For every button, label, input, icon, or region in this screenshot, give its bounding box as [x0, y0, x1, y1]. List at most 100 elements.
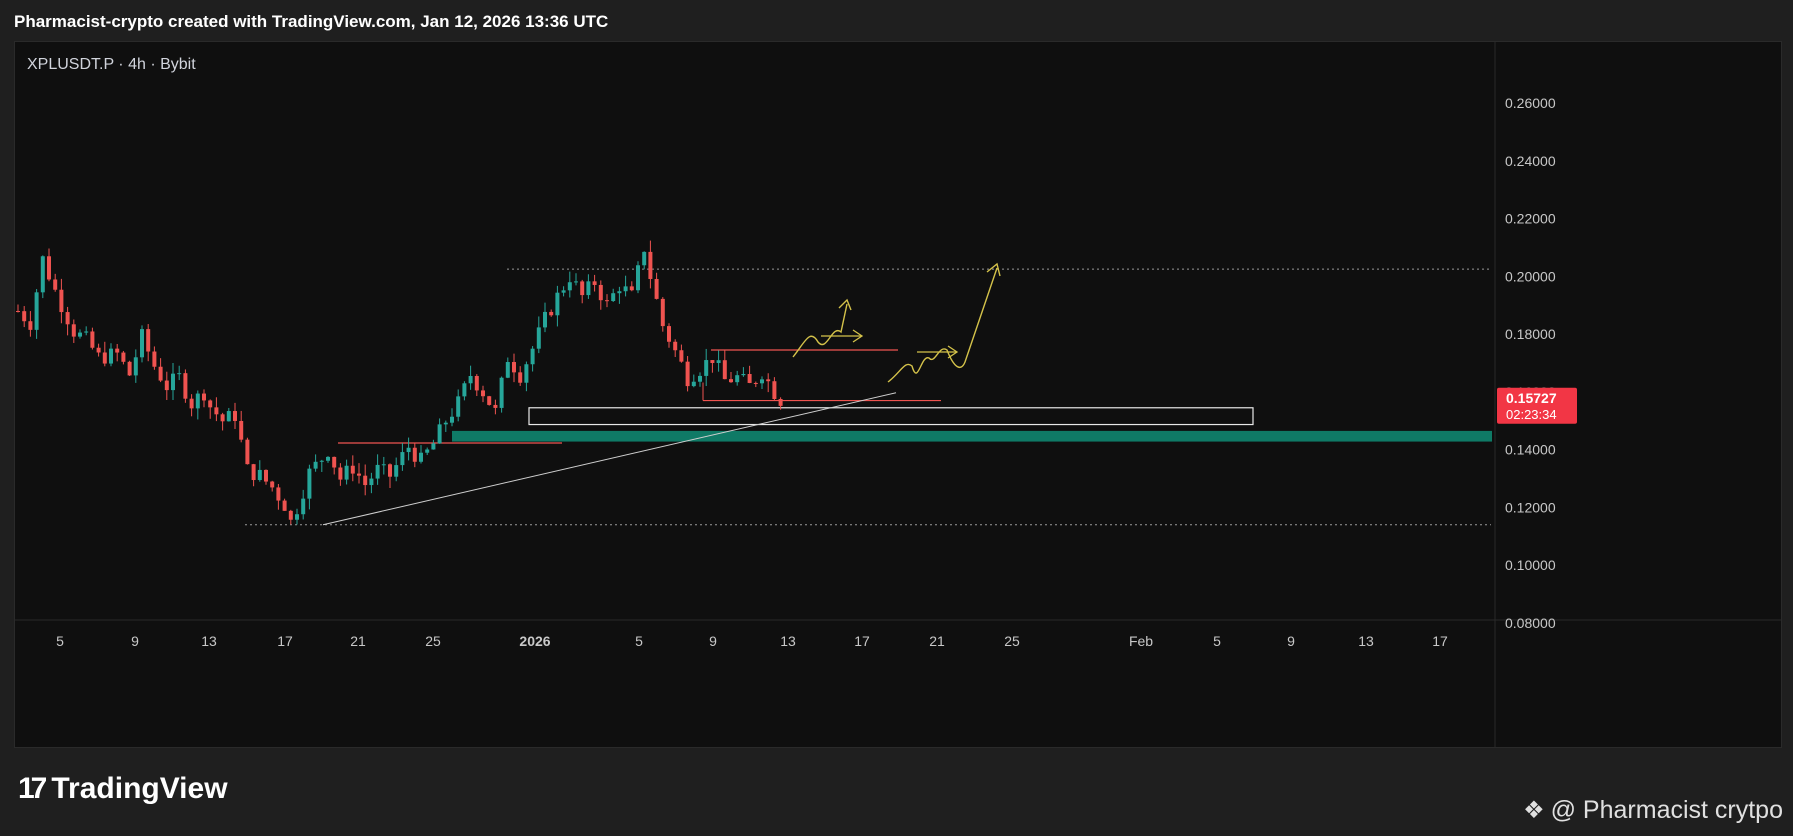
candle-body: [90, 331, 95, 348]
x-tick-label: 25: [1004, 633, 1020, 649]
candle-body: [239, 420, 244, 440]
candle-body: [772, 381, 777, 400]
candle-body: [549, 311, 554, 316]
chart-area[interactable]: 0.260000.240000.220000.200000.180000.160…: [14, 41, 1782, 748]
candle-body: [208, 400, 213, 408]
candle-body: [282, 500, 287, 511]
y-axis: 0.260000.240000.220000.200000.180000.160…: [1505, 95, 1556, 631]
candle-body: [59, 289, 64, 313]
candle-body: [233, 411, 237, 421]
candle-body: [425, 449, 430, 453]
candle-body: [295, 514, 299, 520]
candle-body: [245, 439, 250, 465]
candle-body: [301, 498, 306, 515]
tradingview-logo[interactable]: 17 TradingView: [18, 772, 228, 806]
candle-body: [350, 465, 355, 474]
candle-body: [375, 464, 380, 479]
candle-body: [319, 460, 324, 462]
x-tick-label: 5: [56, 633, 64, 649]
candle-body: [65, 312, 70, 325]
x-tick-label: 9: [1287, 633, 1295, 649]
candle-body: [369, 478, 374, 486]
candle-body: [747, 373, 752, 383]
projection-path-1: [792, 303, 848, 358]
candle-body: [487, 396, 492, 405]
candle-body: [753, 382, 758, 384]
projection-path-2: [887, 267, 998, 383]
candle-body: [611, 293, 616, 302]
x-tick-label: 2026: [519, 633, 550, 649]
x-tick-label: 17: [854, 633, 870, 649]
x-tick-label: 13: [201, 633, 217, 649]
candle-body: [505, 362, 510, 378]
candle-body: [22, 311, 27, 322]
x-tick-label: 17: [1432, 633, 1448, 649]
x-tick-label: Feb: [1129, 633, 1153, 649]
candle-body: [332, 456, 337, 468]
last-price-tag: 0.1572702:23:34: [1497, 387, 1577, 424]
x-tick-label: 5: [1213, 633, 1221, 649]
candle-body: [778, 399, 783, 406]
candle-body: [102, 352, 107, 364]
candle-body: [388, 464, 392, 477]
candle-body: [34, 292, 39, 330]
symbol-label[interactable]: XPLUSDT.P · 4h · Bybit: [27, 56, 196, 74]
candle-body: [257, 469, 262, 481]
candle-body: [251, 464, 256, 481]
candle-body: [96, 347, 101, 353]
y-tick-label: 0.12000: [1505, 499, 1556, 515]
candle-body: [623, 286, 628, 292]
candle-body: [264, 469, 268, 482]
candle-body: [481, 390, 485, 397]
price-chart[interactable]: 0.260000.240000.220000.200000.180000.160…: [15, 42, 1781, 747]
y-tick-label: 0.22000: [1505, 211, 1556, 227]
candle-body: [394, 465, 399, 477]
candle-body: [654, 278, 659, 299]
candle-body: [698, 375, 702, 382]
candle-body: [629, 286, 634, 291]
candle-body: [326, 456, 330, 461]
candle-body: [307, 468, 312, 499]
candle-body: [183, 373, 188, 399]
candle-body: [419, 452, 423, 462]
candle-body: [512, 362, 516, 373]
candle-body: [673, 341, 678, 351]
candle-body: [152, 351, 157, 367]
binance-diamond-icon: ❖: [1523, 797, 1545, 824]
candle-body: [140, 329, 144, 358]
projection-arrowhead-3: [986, 262, 1001, 277]
candle-body: [499, 377, 504, 408]
candle-body: [214, 407, 219, 415]
candle-body: [357, 473, 361, 476]
y-tick-label: 0.10000: [1505, 557, 1556, 573]
candle-body: [598, 284, 603, 301]
support-zone: [452, 430, 1492, 442]
candle-body: [412, 447, 417, 462]
candle-body: [406, 447, 411, 453]
candle-body: [561, 290, 566, 293]
candle-body: [437, 424, 442, 444]
chart-header-title: Pharmacist-crypto created with TradingVi…: [14, 12, 609, 31]
candle-body: [220, 414, 225, 422]
candle-body: [109, 348, 113, 364]
candle-body: [493, 404, 498, 408]
x-tick-label: 25: [425, 633, 441, 649]
candle-body: [127, 361, 132, 376]
x-tick-label: 13: [780, 633, 796, 649]
candle-body: [760, 379, 764, 384]
candle-body: [474, 375, 479, 391]
price-tag-value: 0.15727: [1506, 390, 1557, 406]
candle-body: [177, 373, 182, 375]
tradingview-logo-icon: 17: [18, 772, 47, 805]
candle-body: [729, 379, 733, 383]
demand-box: [528, 407, 1254, 426]
candle-body: [344, 465, 349, 480]
candle-body: [567, 282, 572, 291]
candle-body: [462, 383, 467, 397]
candle-body: [617, 291, 622, 294]
candle-body: [685, 361, 690, 387]
candle-body: [766, 379, 771, 382]
candle-body: [642, 251, 647, 266]
candle-body: [605, 300, 609, 302]
y-tick-label: 0.08000: [1505, 615, 1556, 631]
